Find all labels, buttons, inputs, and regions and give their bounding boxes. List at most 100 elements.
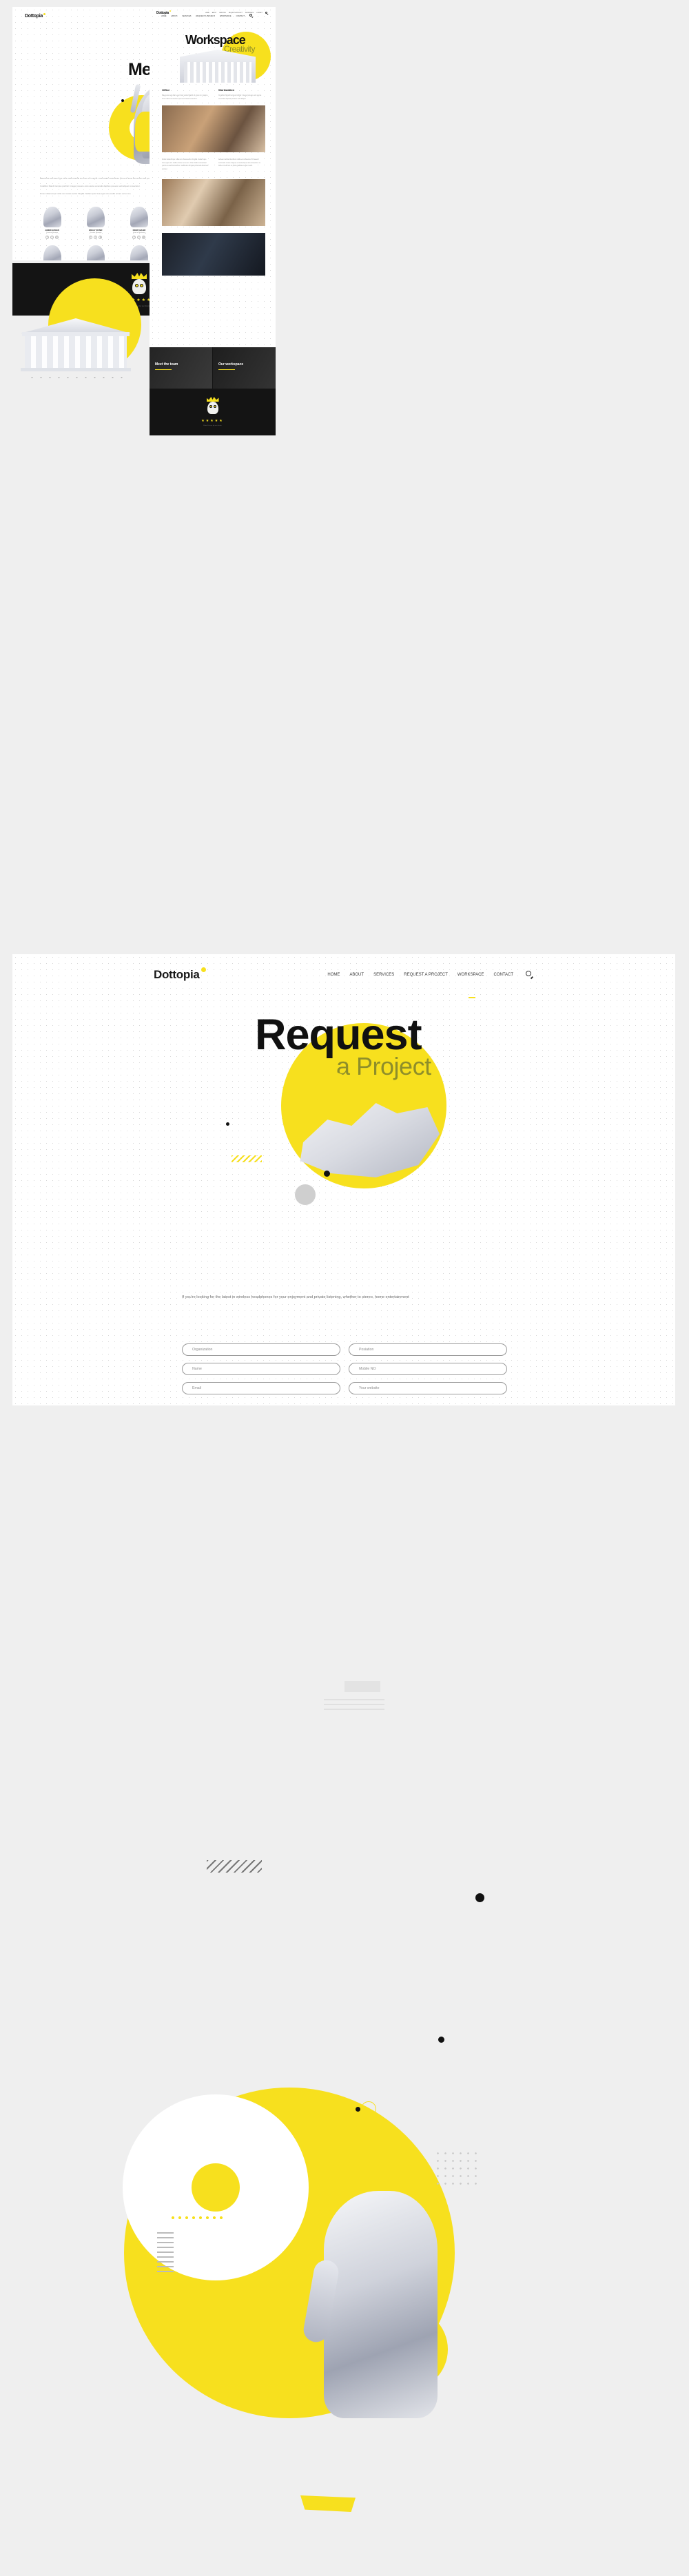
deco-inner-yellow-dot (192, 2163, 240, 2212)
linkedin-icon[interactable]: in (55, 235, 59, 239)
navbar-request: Dottopia HOME ABOUT SERVICES REQUEST A P… (154, 954, 534, 996)
linkedin-icon[interactable]: in (99, 235, 103, 239)
team-member-card[interactable]: SARAH YOUSEF Creative Manager f t in (74, 207, 117, 239)
logo-text: Dottopia (156, 11, 169, 15)
facebook-icon[interactable]: f (132, 235, 136, 239)
banner-right-card[interactable]: Our workspace (213, 347, 276, 389)
sidebar-item-contact[interactable]: CONTACT (256, 12, 263, 14)
team-member-role: Creative Manager (90, 232, 102, 234)
hero-dot-black-2 (324, 1171, 330, 1177)
name-field[interactable]: Name (182, 1363, 340, 1375)
position-field[interactable]: Posiation (349, 1343, 507, 1356)
nav-links-request: HOME ABOUT SERVICES REQUEST A PROJECT WO… (327, 971, 534, 979)
mobile-field[interactable]: Mobile NO (349, 1363, 507, 1375)
workspace-dark-band: Meet the team Our workspace ★★★★★ Rated … (150, 347, 276, 435)
team-member-bust (43, 207, 61, 227)
crown-icon (206, 397, 219, 402)
banner-left-underline (155, 369, 172, 370)
skull-eye-right (213, 405, 216, 408)
deco-zigzag-2 (157, 2232, 174, 2274)
temple-columns (25, 336, 127, 368)
deco-gray-lines (324, 1699, 384, 1711)
deco-gray-rect (344, 1681, 380, 1692)
email-field[interactable]: Email (182, 1382, 340, 1394)
banner-left-card[interactable]: Meet the team (150, 347, 212, 389)
team-member-card[interactable]: AHMED HASSAN Creative Manager f t in (30, 207, 74, 239)
facebook-icon[interactable]: f (89, 235, 93, 239)
deco-dot-grid (434, 2150, 482, 2188)
field-placeholder: Email (192, 1386, 201, 1390)
sidebar-item-contact[interactable]: CONTACT (493, 973, 513, 977)
page-title-request: Request (255, 1011, 422, 1059)
logo-dot (200, 967, 206, 972)
ws-photo-laptop-desk (162, 179, 265, 226)
sidebar-item-request[interactable]: REQUEST A PROJECT (404, 973, 448, 977)
logo-text: Dottopia (25, 13, 43, 19)
ws-body-left: Donec ullamcorper nulla non metus auctor… (162, 159, 208, 170)
ws-col-right-text: Curabitur blandit tempus porttitor. Inte… (218, 95, 262, 100)
team-member-role: Creative Manager (45, 232, 59, 234)
twitter-icon[interactable]: t (137, 235, 141, 239)
logo-workspace[interactable]: Dottopia (156, 10, 171, 15)
deco-dotted-bar (169, 2216, 223, 2220)
twitter-icon[interactable]: t (50, 235, 54, 239)
logo-dot (169, 10, 171, 12)
page-subtitle-request: a Project (336, 1052, 431, 1080)
nav-links-workspace: HOME ABOUT SERVICES REQUEST A PROJECT WO… (205, 11, 269, 15)
request-form-fields: Organization Posiation Name Mobile NO Email Y… (182, 1343, 507, 1394)
logo-request[interactable]: Dottopia (154, 967, 206, 982)
team-member-name: SARAH YOUSEF (88, 229, 103, 231)
team-member-bust (86, 245, 105, 260)
rating-stars-2: ★★★★★ (201, 419, 224, 423)
sidebar-item-request[interactable]: REQUEST A PROJECT (229, 12, 243, 14)
sidebar-item-about[interactable]: ABOUT (212, 12, 217, 14)
banner-right-underline (218, 369, 235, 370)
sidebar-item-workspace[interactable]: WORKSPACE (457, 973, 484, 977)
field-placeholder: Your website (359, 1386, 380, 1390)
deco-outline-circle (361, 2101, 376, 2116)
team-member-bust (130, 207, 148, 227)
active-nav-indicator (469, 997, 475, 998)
ws-body-right: Aenean lacinia bibendum nulla sed consec… (218, 159, 261, 167)
ws-col-left-text: Maecenas sed diam eget risus varius blan… (162, 95, 208, 100)
deco-black-dot-2 (438, 2037, 444, 2043)
sidebar-item-services[interactable]: SERVICES (219, 12, 226, 14)
facebook-icon[interactable]: f (45, 235, 50, 239)
page-request-a-project: Dottopia HOME ABOUT SERVICES REQUEST A P… (12, 954, 675, 1405)
organization-field[interactable]: Organization (182, 1343, 340, 1356)
team-member-name: AHMED HASSAN (45, 229, 59, 231)
sidebar-item-workspace[interactable]: WORKSPACE (245, 12, 254, 14)
sidebar-item-about[interactable]: ABOUT (349, 973, 364, 977)
twitter-icon[interactable]: t (94, 235, 98, 239)
team-member-socials: ftin (74, 235, 117, 239)
team-member-bust (86, 207, 105, 227)
team-member-bust (43, 245, 61, 260)
ws-photo-laptop-phone (162, 233, 265, 276)
sidebar-item-services[interactable]: SERVICES (373, 973, 394, 977)
temple-dots (28, 376, 124, 379)
skull-icon (207, 402, 218, 414)
hero-gray-circle (295, 1184, 316, 1205)
field-placeholder: Posiation (359, 1348, 374, 1352)
banner-left-title: Meet the team (155, 362, 178, 367)
ws-col-right-title: Workstation (218, 88, 235, 92)
sidebar-item-home[interactable]: HOME (327, 973, 340, 977)
banner-right-title: Our workspace (218, 362, 244, 367)
deco-zigzag-1 (207, 1860, 262, 1873)
deco-yellow-strip (300, 2495, 356, 2512)
sidebar-item-home[interactable]: HOME (205, 12, 209, 14)
search-icon[interactable] (526, 971, 534, 979)
team-member-bust (130, 245, 148, 260)
team-member-card[interactable]: KARIM ADELCopywriterftin (74, 245, 117, 260)
website-field[interactable]: Your website (349, 1382, 507, 1394)
field-placeholder: Mobile NO (359, 1367, 376, 1371)
search-icon[interactable] (265, 11, 269, 15)
linkedin-icon[interactable]: in (142, 235, 146, 239)
logo-team[interactable]: Dottopia (25, 12, 45, 19)
ws-temple-columns (184, 62, 251, 83)
page-workspace: Dottopia HOME ABOUT SERVICES REQUEST A P… (150, 7, 276, 369)
field-placeholder: Name (192, 1367, 202, 1371)
logo-text: Dottopia (154, 968, 200, 981)
rating-caption-2: Rated 5 stars by our clients (203, 425, 222, 426)
team-member-card[interactable]: LAILA SAMIRArt Directorftin (30, 245, 74, 260)
